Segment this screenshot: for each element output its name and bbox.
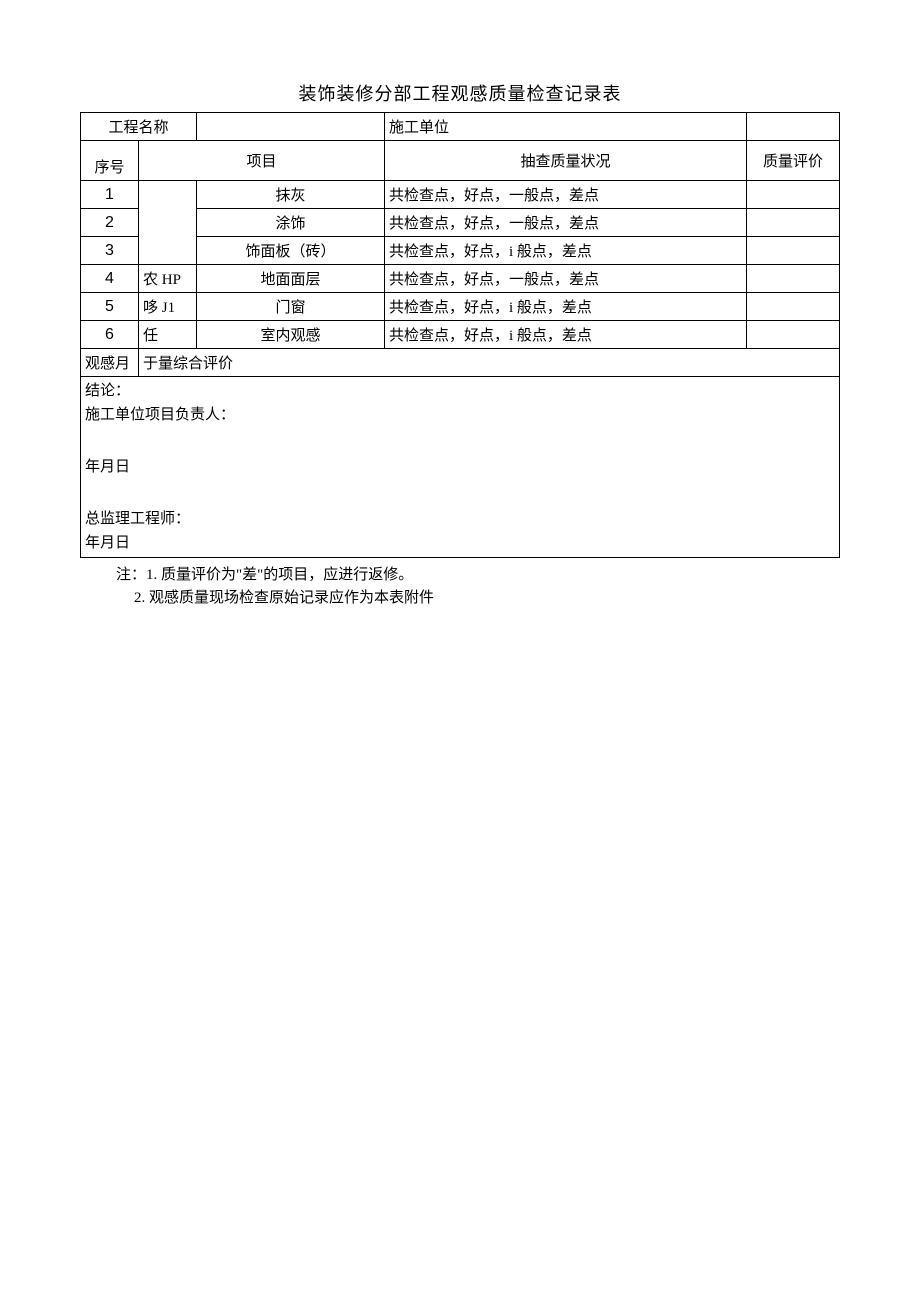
item-cell: 涂饰 <box>197 209 385 237</box>
summary-left: 观感月 <box>81 349 139 377</box>
notes-line2: 2. 观感质量现场检查原始记录应作为本表附件 <box>134 587 840 610</box>
seq-cell: 2 <box>81 209 139 237</box>
cat-cell: 农 HP <box>139 265 197 293</box>
seq-cell: 5 <box>81 293 139 321</box>
table-row: 4 农 HP 地面面层 共检查点，好点，一般点，差点 <box>81 265 840 293</box>
conclusion-date1: 年月日 <box>85 455 835 479</box>
status-cell: 共检查点，好点，i 般点，差点 <box>385 237 747 265</box>
col-seq: 序号 <box>81 141 139 181</box>
page-title: 装饰装修分部工程观感质量检查记录表 <box>80 80 840 106</box>
conclusion-label: 结论： <box>85 379 835 403</box>
seq-cell: 4 <box>81 265 139 293</box>
item-cell: 门窗 <box>197 293 385 321</box>
eval-cell <box>747 237 840 265</box>
seq-cell: 3 <box>81 237 139 265</box>
status-cell: 共检查点，好点，一般点，差点 <box>385 265 747 293</box>
construction-unit-label: 施工单位 <box>385 113 747 141</box>
table-row: 6 任 室内观感 共检查点，好点，i 般点，差点 <box>81 321 840 349</box>
cat-cell <box>139 181 197 265</box>
status-cell: 共检查点，好点，一般点，差点 <box>385 209 747 237</box>
conclusion-supervisor: 总监理工程师： <box>85 507 835 531</box>
project-name-value <box>197 113 385 141</box>
col-status: 抽查质量状况 <box>385 141 747 181</box>
cat-cell: 哆 J1 <box>139 293 197 321</box>
table-row: 5 哆 J1 门窗 共检查点，好点，i 般点，差点 <box>81 293 840 321</box>
conclusion-cell: 结论： 施工单位项目负责人： 年月日 总监理工程师： 年月日 <box>81 377 840 558</box>
eval-cell <box>747 321 840 349</box>
notes-line1: 注：1. 质量评价为"差"的项目，应进行返修。 <box>116 564 840 587</box>
col-item: 项目 <box>139 141 385 181</box>
item-cell: 饰面板（砖） <box>197 237 385 265</box>
summary-right: 于量综合评价 <box>139 349 840 377</box>
construction-unit-value <box>747 113 840 141</box>
conclusion-row: 结论： 施工单位项目负责人： 年月日 总监理工程师： 年月日 <box>81 377 840 558</box>
seq-cell: 6 <box>81 321 139 349</box>
summary-row: 观感月 于量综合评价 <box>81 349 840 377</box>
eval-cell <box>747 265 840 293</box>
project-name-label: 工程名称 <box>81 113 197 141</box>
column-header-row: 序号 项目 抽查质量状况 质量评价 <box>81 141 840 181</box>
status-cell: 共检查点，好点，i 般点，差点 <box>385 321 747 349</box>
header-row-1: 工程名称 施工单位 <box>81 113 840 141</box>
conclusion-date2: 年月日 <box>85 531 835 555</box>
notes: 注：1. 质量评价为"差"的项目，应进行返修。 2. 观感质量现场检查原始记录应… <box>116 564 840 609</box>
conclusion-project-manager: 施工单位项目负责人： <box>85 403 835 427</box>
status-cell: 共检查点，好点，一般点，差点 <box>385 181 747 209</box>
item-cell: 地面面层 <box>197 265 385 293</box>
item-cell: 抹灰 <box>197 181 385 209</box>
item-cell: 室内观感 <box>197 321 385 349</box>
eval-cell <box>747 181 840 209</box>
seq-cell: 1 <box>81 181 139 209</box>
inspection-table: 工程名称 施工单位 序号 项目 抽查质量状况 质量评价 1 抹灰 共检查点，好点… <box>80 112 840 558</box>
eval-cell <box>747 293 840 321</box>
table-row: 1 抹灰 共检查点，好点，一般点，差点 <box>81 181 840 209</box>
status-cell: 共检查点，好点，i 般点，差点 <box>385 293 747 321</box>
cat-cell: 任 <box>139 321 197 349</box>
col-eval: 质量评价 <box>747 141 840 181</box>
eval-cell <box>747 209 840 237</box>
